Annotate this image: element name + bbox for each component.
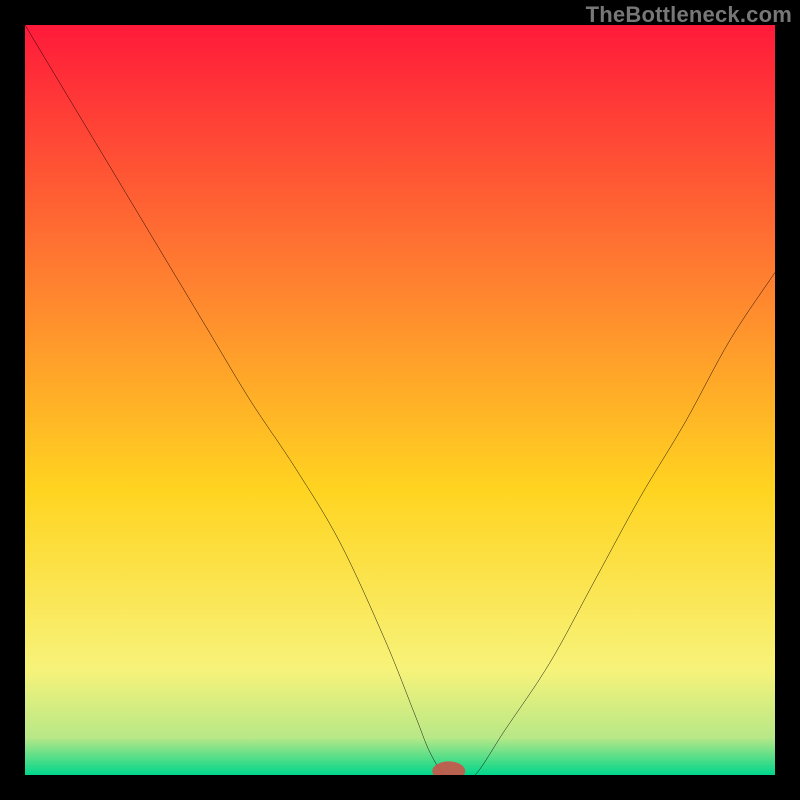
gradient-background [25, 25, 775, 775]
plot-svg [25, 25, 775, 775]
chart-frame: TheBottleneck.com [0, 0, 800, 800]
watermark-text: TheBottleneck.com [586, 2, 792, 28]
plot-area [25, 25, 775, 775]
